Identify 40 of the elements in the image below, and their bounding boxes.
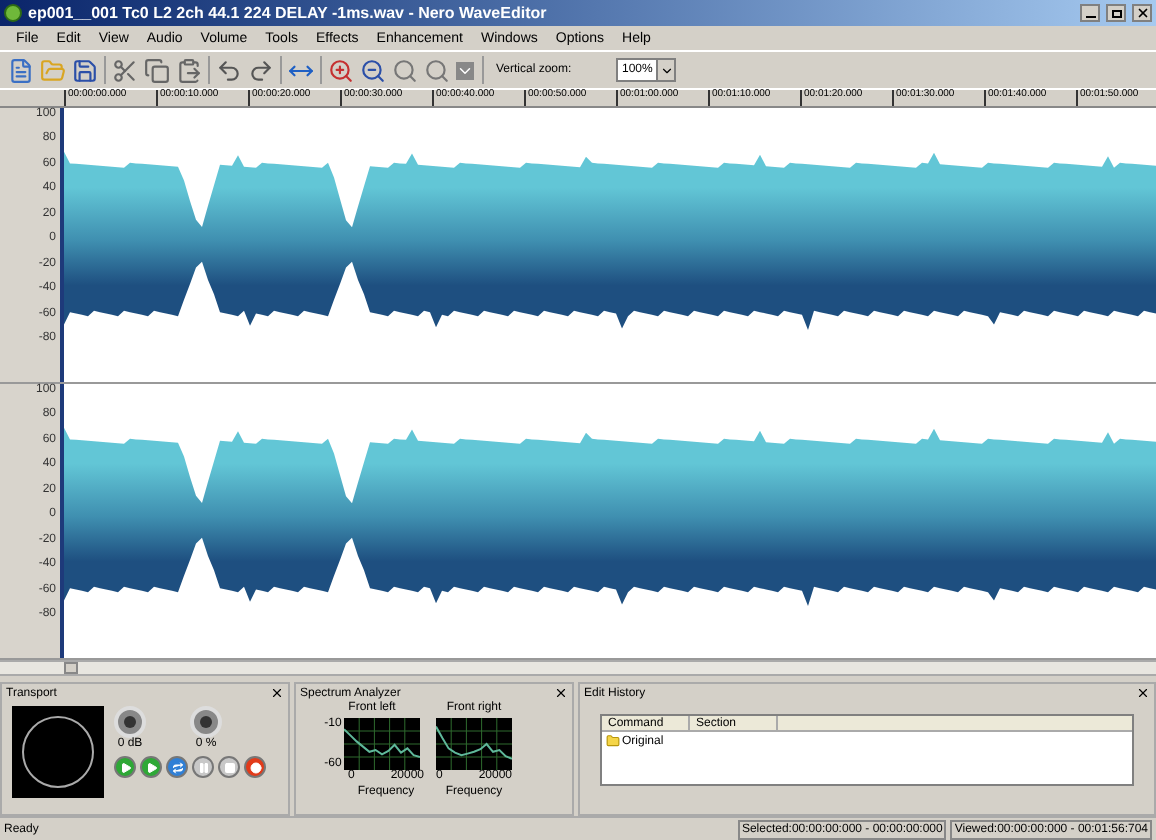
loop-button[interactable] bbox=[166, 756, 188, 778]
close-icon[interactable] bbox=[554, 686, 568, 700]
close-icon[interactable] bbox=[1136, 686, 1150, 700]
new-file-icon[interactable] bbox=[8, 57, 34, 83]
zoom-in-icon[interactable] bbox=[328, 57, 354, 83]
restore-button[interactable] bbox=[1106, 4, 1126, 22]
zoom-out-icon[interactable] bbox=[360, 57, 386, 83]
volume-knob[interactable] bbox=[114, 706, 146, 738]
jog-wheel[interactable] bbox=[12, 706, 104, 798]
paste-icon[interactable] bbox=[176, 57, 202, 83]
record-button[interactable] bbox=[244, 756, 266, 778]
record-icon bbox=[249, 761, 261, 773]
play-selection-icon bbox=[145, 761, 157, 773]
pause-icon bbox=[197, 761, 209, 773]
cut-icon[interactable] bbox=[112, 57, 138, 83]
window-title: ep001__001 Tc0 L2 2ch 44.1 224 DELAY -1ms.wav - Nero WaveEditor bbox=[28, 5, 547, 21]
close-icon[interactable] bbox=[270, 686, 284, 700]
close-button[interactable] bbox=[1132, 4, 1152, 22]
copy-icon[interactable] bbox=[144, 57, 170, 83]
save-icon[interactable] bbox=[72, 57, 98, 83]
folder-icon bbox=[606, 734, 620, 748]
play-selection-button[interactable] bbox=[140, 756, 162, 778]
pan-knob[interactable] bbox=[190, 706, 222, 738]
app-icon bbox=[4, 4, 22, 22]
undo-icon[interactable] bbox=[216, 57, 242, 83]
pause-button[interactable] bbox=[192, 756, 214, 778]
stop-icon bbox=[223, 761, 235, 773]
horizontal-scrollbar[interactable] bbox=[0, 660, 1156, 676]
caret-icon bbox=[659, 63, 673, 77]
play-button[interactable] bbox=[114, 756, 136, 778]
spectrum-plot-drawing bbox=[343, 718, 420, 770]
minimize-button[interactable] bbox=[1080, 4, 1100, 22]
overflow-icon[interactable] bbox=[456, 61, 474, 79]
magnifier-icon[interactable] bbox=[424, 57, 450, 83]
redo-icon[interactable] bbox=[248, 57, 274, 83]
zoom-selection-icon[interactable] bbox=[392, 57, 418, 83]
stop-button[interactable] bbox=[218, 756, 240, 778]
play-icon bbox=[119, 761, 131, 773]
loop-icon bbox=[171, 761, 183, 773]
spectrum-plot-drawing bbox=[436, 718, 512, 770]
